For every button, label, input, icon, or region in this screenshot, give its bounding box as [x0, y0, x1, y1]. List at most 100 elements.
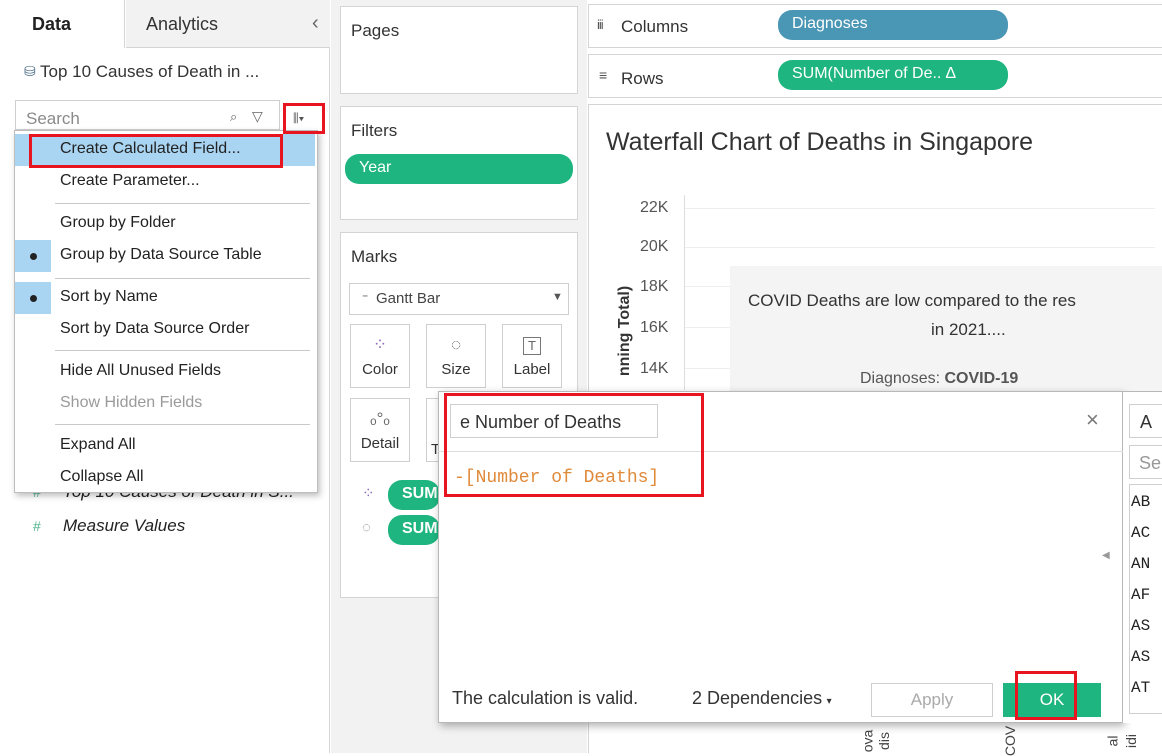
menu-item-label: Show Hidden Fields: [60, 394, 203, 411]
pill-label: Year: [359, 159, 392, 176]
datasource-row[interactable]: ⛁ Top 10 Causes of Death in ...: [20, 60, 320, 86]
menu-separator: [55, 350, 310, 351]
color-icon: ⁘: [372, 335, 388, 354]
mark-type-label: Gantt Bar: [376, 290, 441, 307]
x-axis-label: al: [1104, 735, 1121, 747]
pill-label: SUM: [402, 485, 438, 502]
highlight-ok-button: [1015, 671, 1077, 720]
close-icon[interactable]: ×: [1086, 407, 1099, 433]
pages-card[interactable]: Pages: [340, 6, 578, 94]
function-category-value: A: [1140, 412, 1153, 432]
menu-item-label: Sort by Name: [60, 288, 158, 305]
menu-separator: [55, 278, 310, 279]
menu-expand-all[interactable]: Expand All: [15, 430, 315, 462]
apply-button[interactable]: Apply: [871, 683, 993, 717]
menu-item-label: Group by Folder: [60, 214, 176, 231]
tab-analytics-label: Analytics: [146, 14, 219, 34]
menu-item-label: Hide All Unused Fields: [60, 362, 221, 379]
menu-item-label: Collapse All: [60, 468, 144, 485]
filters-card-title: Filters: [351, 121, 398, 140]
gridline: [685, 208, 1155, 209]
menu-item-label: Sort by Data Source Order: [60, 320, 250, 337]
measure-icon: #: [33, 518, 41, 534]
function-list-item[interactable]: AN: [1131, 555, 1150, 573]
chevron-down-icon: ▼: [552, 291, 563, 303]
x-axis-label: ova: [859, 729, 876, 753]
y-tick-label: 20K: [640, 238, 669, 255]
diagnoses-column-pill[interactable]: Diagnoses: [778, 10, 1008, 40]
search-placeholder: Search: [26, 109, 80, 128]
y-tick-label: 14K: [640, 360, 669, 377]
y-axis-title: nning Total): [616, 285, 633, 377]
function-category-dropdown[interactable]: A: [1129, 404, 1162, 438]
annotation-field-value: COVID-19: [944, 370, 1019, 387]
marks-card-title: Marks: [351, 247, 398, 266]
mark-button-label: Size: [441, 361, 471, 378]
menu-sort-by-data-source-order[interactable]: Sort by Data Source Order: [15, 314, 315, 346]
detail-button[interactable]: ₒ°ₒ Detail: [350, 398, 410, 462]
menu-show-hidden-fields: Show Hidden Fields: [15, 388, 315, 420]
color-sum-pill[interactable]: SUM: [388, 480, 440, 510]
collapse-panel-icon[interactable]: ‹: [312, 12, 319, 35]
tab-data-label: Data: [32, 14, 72, 34]
y-tick-label: 16K: [640, 319, 669, 336]
function-list-item[interactable]: AF: [1131, 586, 1150, 604]
highlight-create-calculated-field: [29, 134, 283, 168]
menu-item-label: Create Parameter...: [60, 172, 200, 189]
function-list-item[interactable]: AC: [1131, 524, 1150, 542]
size-button[interactable]: ◌ Size: [426, 324, 486, 388]
menu-item-label: Group by Data Source Table: [60, 246, 262, 263]
tab-analytics[interactable]: Analytics ‹: [126, 0, 330, 48]
chart-title: Waterfall Chart of Deaths in Singapore: [606, 128, 1034, 156]
size-sum-pill[interactable]: SUM: [388, 515, 440, 545]
mark-button-label: Color: [362, 361, 398, 378]
size-icon: ◌: [362, 519, 371, 536]
menu-create-parameter[interactable]: Create Parameter...: [15, 166, 315, 198]
search-icon[interactable]: ⌕: [230, 109, 237, 125]
label-button[interactable]: T Label: [502, 324, 562, 388]
mark-type-dropdown[interactable]: ⁼ Gantt Bar ▼: [349, 283, 569, 315]
number-of-deaths-row-pill[interactable]: SUM(Number of De.. ∆: [778, 60, 1008, 90]
mark-button-label: Detail: [360, 435, 400, 452]
annotation-tooltip: Diagnoses: COVID-19: [860, 370, 1018, 388]
menu-separator: [55, 203, 310, 204]
chevron-down-icon: ▾: [826, 696, 832, 707]
size-icon: ◌: [450, 335, 462, 354]
columns-label: Columns: [621, 17, 689, 36]
menu-separator: [55, 424, 310, 425]
menu-group-by-folder[interactable]: Group by Folder: [15, 208, 315, 240]
gridline: [685, 247, 1155, 248]
x-axis-label: COV: [1002, 725, 1019, 756]
menu-item-label: Expand All: [60, 436, 136, 453]
pill-label: SUM: [402, 520, 438, 537]
field-label: Measure Values: [63, 516, 186, 535]
search-box[interactable]: Search ⌕ ▽: [15, 100, 280, 130]
color-button[interactable]: ⁘ Color: [350, 324, 410, 388]
dependencies-dropdown[interactable]: 2 Dependencies ▾: [692, 688, 832, 709]
menu-sort-by-name[interactable]: Sort by Name: [15, 282, 315, 314]
function-list-item[interactable]: AB: [1131, 493, 1150, 511]
columns-icon: iii: [597, 17, 604, 32]
function-search[interactable]: Se: [1129, 445, 1162, 479]
menu-hide-all-unused-fields[interactable]: Hide All Unused Fields: [15, 356, 315, 388]
text-label-icon: T: [523, 337, 541, 355]
function-list-item[interactable]: AT: [1131, 679, 1150, 697]
expand-panel-icon[interactable]: ◀: [1102, 550, 1110, 561]
highlight-calc-editor: [444, 393, 704, 497]
pages-card-title: Pages: [351, 21, 400, 40]
highlight-view-options: [283, 103, 325, 134]
datasource-name: Top 10 Causes of Death in ...: [40, 62, 260, 81]
menu-collapse-all[interactable]: Collapse All: [15, 462, 315, 494]
filter-icon[interactable]: ▽: [252, 108, 263, 125]
tab-data[interactable]: Data: [0, 0, 125, 48]
year-filter-pill[interactable]: Year: [345, 154, 573, 184]
y-axis-line: [684, 195, 685, 390]
calc-status: The calculation is valid.: [452, 688, 639, 708]
annotation-line2: in 2021....: [931, 320, 1006, 339]
field-row[interactable]: # Measure Values: [25, 512, 325, 538]
x-axis-label: dis: [875, 732, 892, 750]
menu-group-by-data-source-table[interactable]: Group by Data Source Table: [15, 240, 315, 272]
rows-label: Rows: [621, 69, 664, 88]
function-list-item[interactable]: AS: [1131, 617, 1150, 635]
function-list-item[interactable]: AS: [1131, 648, 1150, 666]
